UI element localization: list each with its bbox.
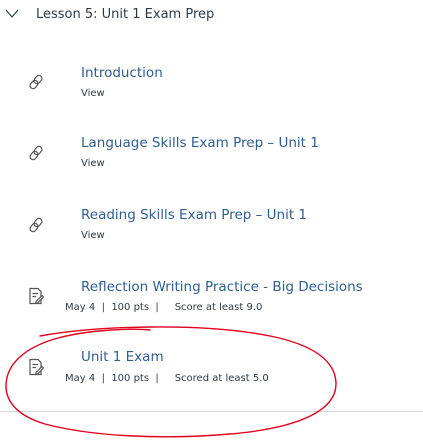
item-meta: May 4 | 100 pts | Score at least 9.0 (65, 302, 262, 313)
meta-separator: | (155, 302, 159, 313)
item-title-link[interactable]: Reflection Writing Practice - Big Decisi… (81, 279, 363, 295)
module-item-unit-1-exam: Unit 1 Exam May 4 | 100 pts | Scored at … (0, 345, 423, 395)
item-title-link[interactable]: Reading Skills Exam Prep – Unit 1 (81, 207, 307, 223)
next-module-band (0, 412, 423, 441)
module-title: Lesson 5: Unit 1 Exam Prep (36, 7, 215, 22)
view-link[interactable]: View (81, 88, 105, 99)
chevron-down-icon[interactable] (4, 6, 20, 22)
module-header[interactable]: Lesson 5: Unit 1 Exam Prep (0, 0, 423, 34)
module-item-language-skills: Language Skills Exam Prep – Unit 1 View (0, 130, 423, 180)
assignment-icon (29, 287, 45, 305)
module-item-reading-skills: Reading Skills Exam Prep – Unit 1 View (0, 202, 423, 252)
meta-separator: | (101, 373, 105, 384)
due-date: May 4 (65, 302, 96, 313)
item-meta: May 4 | 100 pts | Scored at least 5.0 (65, 373, 269, 384)
item-title-link[interactable]: Introduction (81, 65, 163, 81)
meta-separator: | (155, 373, 159, 384)
module-item-introduction: Introduction View (0, 60, 423, 110)
points: 100 pts (111, 302, 150, 313)
item-title-link[interactable]: Language Skills Exam Prep – Unit 1 (81, 135, 319, 151)
link-icon (29, 145, 43, 161)
link-icon (29, 217, 43, 233)
due-date: May 4 (65, 373, 96, 384)
points: 100 pts (111, 373, 150, 384)
item-title-link[interactable]: Unit 1 Exam (81, 349, 164, 365)
meta-separator: | (101, 302, 105, 313)
requirement: Scored at least 5.0 (174, 373, 269, 384)
assignment-icon (29, 358, 45, 376)
view-link[interactable]: View (81, 230, 105, 241)
requirement: Score at least 9.0 (174, 302, 263, 313)
module-item-reflection-writing: Reflection Writing Practice - Big Decisi… (0, 274, 423, 324)
view-link[interactable]: View (81, 158, 105, 169)
link-icon (29, 74, 43, 90)
